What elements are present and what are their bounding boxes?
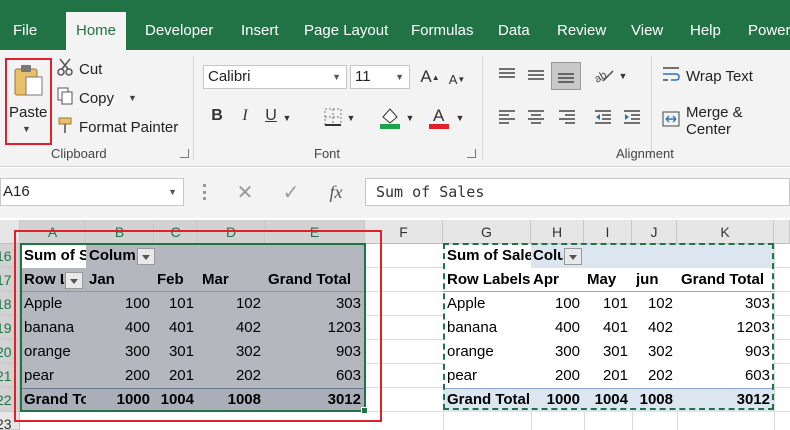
chevron-down-icon[interactable]: ▼ [281, 108, 293, 128]
column-header-j[interactable]: J [632, 220, 677, 244]
bold-icon[interactable]: B [208, 106, 226, 126]
chevron-down-icon: ▼ [128, 93, 137, 103]
drag-handle-icon[interactable] [203, 184, 206, 200]
middle-align-icon[interactable] [525, 64, 547, 86]
tab-formulas[interactable]: Formulas [411, 0, 474, 50]
clipboard-icon [13, 63, 45, 102]
column-header-i[interactable]: I [584, 220, 632, 244]
font-name-box[interactable]: Calibri ▼ [203, 65, 347, 89]
tab-page-layout[interactable]: Page Layout [304, 0, 388, 50]
column-header-l[interactable] [774, 220, 790, 244]
wrap-text-button[interactable]: Wrap Text [662, 65, 753, 87]
format-painter-button[interactable]: Format Painter [57, 116, 178, 138]
group-divider [482, 56, 483, 160]
insert-function-icon[interactable]: fx [325, 180, 347, 204]
ribbon-tab-bar: File Home Developer Insert Page Layout F… [0, 0, 790, 50]
wrap-text-label: Wrap Text [686, 67, 753, 85]
merge-center-label: Merge & Center [686, 104, 743, 138]
decrease-font-size-icon[interactable]: A ▼ [447, 68, 467, 90]
name-box-value: A16 [3, 183, 30, 200]
tab-help[interactable]: Help [690, 0, 721, 50]
tab-home[interactable]: Home [66, 12, 127, 50]
align-right-icon[interactable] [556, 106, 578, 128]
cut-button[interactable]: Cut [57, 58, 102, 80]
tab-data[interactable]: Data [498, 0, 530, 50]
chevron-down-icon[interactable]: ▼ [345, 108, 357, 128]
font-size-value: 11 [355, 68, 371, 85]
clipboard-group-label: Clipboard [51, 146, 107, 161]
increase-indent-icon[interactable] [621, 106, 643, 128]
column-header-g[interactable]: G [443, 220, 531, 244]
tab-power[interactable]: Power [748, 0, 790, 50]
chevron-down-icon: ▼ [22, 124, 31, 134]
chevron-down-icon[interactable]: ▼ [454, 108, 466, 128]
cut-label: Cut [79, 60, 103, 78]
alignment-group-label: Alignment [616, 146, 674, 161]
merge-center-icon [662, 110, 680, 132]
column-header-k[interactable]: K [677, 220, 774, 244]
svg-text:A: A [433, 106, 445, 125]
increase-font-size-icon[interactable]: A ▲ [420, 66, 440, 88]
font-group-label: Font [314, 146, 341, 161]
enter-icon[interactable]: ✓ [280, 180, 302, 204]
tab-insert[interactable]: Insert [241, 0, 279, 50]
chevron-down-icon[interactable]: ▼ [395, 66, 404, 88]
copy-icon [57, 87, 73, 109]
font-name-value: Calibri [208, 68, 251, 85]
tab-view[interactable]: View [631, 0, 663, 50]
gridline [774, 244, 775, 430]
paintbrush-icon [57, 116, 73, 138]
font-launcher-icon[interactable] [467, 149, 476, 158]
chevron-down-icon[interactable]: ▼ [168, 179, 177, 205]
paste-label: Paste [9, 104, 48, 121]
cancel-icon[interactable]: ✕ [234, 180, 256, 204]
italic-icon[interactable]: I [236, 106, 254, 126]
tab-review[interactable]: Review [557, 0, 606, 50]
group-divider [193, 56, 194, 160]
name-box[interactable]: A16 ▼ [0, 178, 184, 206]
clipboard-launcher-icon[interactable] [180, 149, 189, 158]
copy-button[interactable]: Copy ▼ [57, 87, 137, 109]
align-left-icon[interactable] [496, 106, 518, 128]
decrease-indent-icon[interactable] [592, 106, 614, 128]
borders-icon[interactable] [322, 106, 344, 128]
formula-input[interactable]: Sum of Sales [365, 178, 790, 206]
wrap-text-icon [662, 65, 680, 87]
chevron-down-icon[interactable]: ▼ [332, 66, 341, 88]
ribbon: Paste ▼ Cut Copy ▼ Format Painter Clipbo… [0, 50, 790, 167]
merge-center-button[interactable]: Merge & Center [662, 104, 790, 138]
group-divider [651, 56, 652, 160]
formula-bar: A16 ▼ ✕ ✓ fx Sum of Sales [0, 168, 790, 218]
font-color-icon[interactable]: A [428, 104, 450, 130]
align-center-icon[interactable] [525, 106, 547, 128]
column-header-h[interactable]: H [531, 220, 584, 244]
bottom-align-icon[interactable] [551, 62, 581, 90]
highlight-box [14, 230, 382, 422]
chevron-down-icon[interactable]: ▼ [617, 66, 629, 86]
format-painter-label: Format Painter [79, 118, 179, 136]
fill-color-icon[interactable] [378, 104, 402, 130]
orientation-icon[interactable]: ab [592, 64, 616, 86]
tab-file[interactable]: File [13, 0, 37, 50]
top-align-icon[interactable] [496, 64, 518, 86]
copy-marquee [443, 243, 774, 410]
tab-developer[interactable]: Developer [145, 0, 213, 50]
copy-label: Copy [79, 89, 115, 107]
underline-icon[interactable]: U [262, 106, 280, 126]
paste-button[interactable]: Paste ▼ [5, 58, 52, 145]
scissors-icon [57, 58, 73, 80]
chevron-down-icon[interactable]: ▼ [404, 108, 416, 128]
font-size-box[interactable]: 11 ▼ [350, 65, 410, 89]
